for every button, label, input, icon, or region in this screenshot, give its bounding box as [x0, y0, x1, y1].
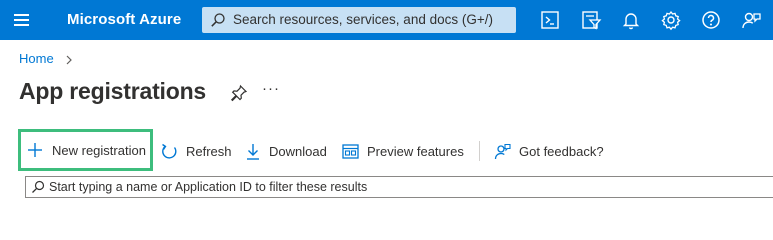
download-icon — [247, 143, 259, 160]
more-options-button[interactable]: ··· — [262, 80, 280, 97]
breadcrumb: Home — [19, 51, 73, 66]
refresh-button[interactable]: Refresh — [161, 134, 232, 168]
top-bar: Microsoft Azure Search resources, servic… — [0, 0, 773, 40]
filter-placeholder: Start typing a name or Application ID to… — [49, 180, 368, 194]
breadcrumb-home-link[interactable]: Home — [19, 51, 54, 66]
page-title: App registrations — [19, 78, 207, 104]
help-icon[interactable] — [699, 8, 723, 32]
brand-title[interactable]: Microsoft Azure — [67, 11, 181, 28]
directory-filter-icon[interactable] — [579, 8, 603, 32]
plus-icon — [28, 143, 42, 157]
toolbar-divider — [479, 141, 480, 161]
preview-features-label: Preview features — [367, 143, 464, 159]
refresh-icon — [162, 143, 177, 159]
chevron-right-icon — [66, 55, 73, 64]
download-button[interactable]: Download — [246, 134, 327, 168]
preview-features-icon — [342, 143, 359, 159]
search-icon — [211, 13, 225, 27]
new-registration-label: New registration — [52, 142, 146, 158]
refresh-label: Refresh — [186, 143, 232, 159]
new-registration-button[interactable]: New registration — [18, 129, 153, 171]
pin-icon[interactable] — [230, 84, 248, 102]
got-feedback-button[interactable]: Got feedback? — [494, 134, 604, 168]
search-placeholder: Search resources, services, and docs (G+… — [233, 12, 493, 27]
settings-icon[interactable] — [659, 8, 683, 32]
search-icon — [32, 180, 45, 193]
got-feedback-label: Got feedback? — [519, 143, 604, 159]
feedback-icon[interactable] — [739, 8, 763, 32]
preview-features-button[interactable]: Preview features — [342, 134, 464, 168]
menu-icon[interactable] — [12, 11, 32, 29]
cloud-shell-icon[interactable] — [538, 8, 562, 32]
feedback-person-icon — [494, 143, 511, 159]
download-label: Download — [269, 143, 327, 159]
filter-input[interactable]: Start typing a name or Application ID to… — [25, 176, 773, 198]
notifications-icon[interactable] — [619, 8, 643, 32]
search-input[interactable]: Search resources, services, and docs (G+… — [202, 7, 516, 33]
